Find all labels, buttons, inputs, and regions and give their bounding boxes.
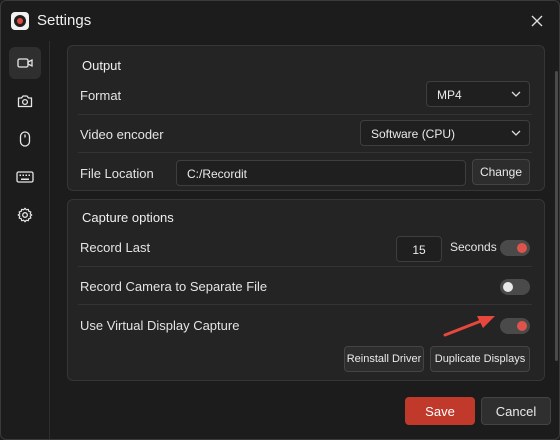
cancel-button[interactable]: Cancel	[481, 397, 551, 425]
encoder-select[interactable]: Software (CPU)	[360, 120, 530, 146]
sidebar-item-mouse[interactable]	[9, 123, 41, 155]
close-button[interactable]	[527, 11, 547, 31]
window-title: Settings	[37, 12, 92, 29]
gear-icon	[17, 207, 33, 223]
reinstall-driver-button[interactable]: Reinstall Driver	[344, 346, 424, 372]
record-last-label: Record Last	[80, 240, 151, 255]
divider	[78, 152, 532, 153]
close-icon	[531, 15, 543, 27]
keyboard-icon	[16, 171, 34, 183]
settings-window: Settings Output Format MP4 Video encoder…	[0, 0, 560, 440]
sidebar-item-settings[interactable]	[9, 199, 41, 231]
chevron-down-icon	[511, 130, 521, 136]
divider	[78, 266, 532, 267]
encoder-label: Video encoder	[80, 127, 164, 142]
output-title: Output	[82, 58, 122, 73]
divider	[78, 114, 532, 115]
record-last-input[interactable]: 15	[396, 236, 442, 262]
toggle-knob	[517, 243, 527, 253]
toggle-knob	[503, 282, 513, 292]
annotation-arrow-icon	[443, 316, 495, 337]
chevron-down-icon	[511, 91, 521, 97]
format-value: MP4	[437, 88, 462, 102]
scrollbar[interactable]	[555, 71, 558, 361]
save-button[interactable]: Save	[405, 397, 475, 425]
capture-options-title: Capture options	[82, 210, 174, 225]
duplicate-displays-button[interactable]: Duplicate Displays	[430, 346, 530, 372]
encoder-value: Software (CPU)	[371, 127, 456, 141]
divider	[78, 304, 532, 305]
record-camera-label: Record Camera to Separate File	[80, 279, 268, 294]
format-label: Format	[80, 88, 122, 103]
output-card: Output Format MP4 Video encoder Software…	[67, 45, 545, 191]
mouse-icon	[19, 131, 31, 147]
settings-content: Output Format MP4 Video encoder Software…	[57, 41, 551, 439]
app-logo-icon	[11, 12, 29, 30]
capture-options-card: Capture options Record Last 15 Seconds R…	[67, 199, 545, 381]
change-button[interactable]: Change	[472, 159, 530, 185]
virtual-display-toggle[interactable]	[500, 318, 530, 334]
sidebar-item-keyboard[interactable]	[9, 161, 41, 193]
record-last-toggle[interactable]	[500, 240, 530, 256]
seconds-label: Seconds	[450, 240, 497, 254]
virtual-display-label: Use Virtual Display Capture	[80, 318, 240, 333]
format-select[interactable]: MP4	[426, 81, 530, 107]
sidebar	[1, 41, 50, 439]
sidebar-item-video[interactable]	[9, 47, 41, 79]
file-location-label: File Location	[80, 166, 154, 181]
toggle-knob	[517, 321, 527, 331]
title-bar: Settings	[1, 1, 559, 41]
camera-icon	[17, 95, 33, 108]
video-camera-icon	[17, 58, 33, 68]
sidebar-item-screenshot[interactable]	[9, 85, 41, 117]
record-camera-toggle[interactable]	[500, 279, 530, 295]
file-location-input[interactable]: C:/Recordit	[176, 160, 466, 186]
